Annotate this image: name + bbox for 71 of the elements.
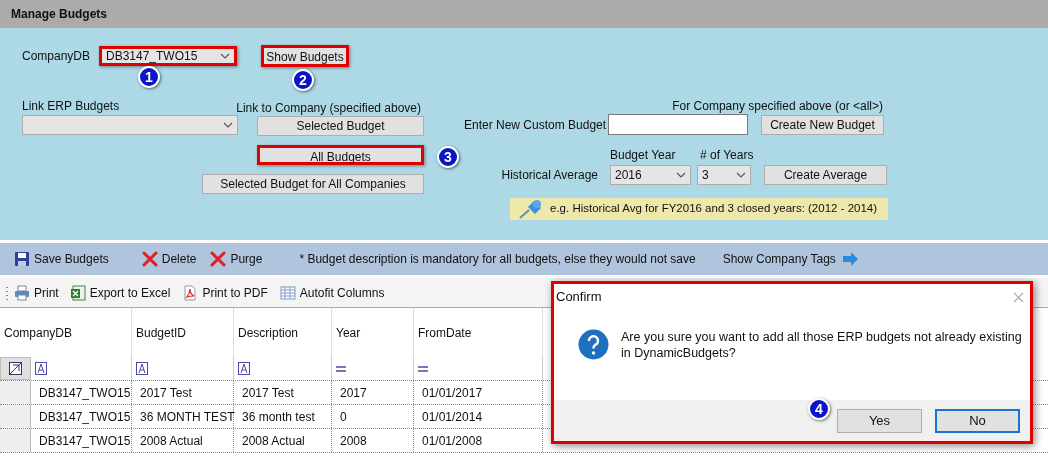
table-cell: 2008 Actual [132, 429, 234, 452]
dialog-title: Confirm [556, 288, 602, 307]
table-cell: 01/01/2008 [414, 429, 543, 452]
column-header[interactable]: Year [332, 308, 414, 357]
table-cell: 0 [332, 405, 414, 428]
chevron-down-icon [676, 172, 686, 178]
hint-text: e.g. Historical Avg for FY2016 and 3 closed years: (2012 - 2014) [550, 201, 878, 217]
chevron-down-icon [220, 53, 230, 59]
cross-icon [141, 251, 158, 267]
pdf-file-icon [182, 284, 199, 301]
table-cell: 01/01/2014 [414, 405, 543, 428]
pushpin-icon [518, 199, 544, 219]
grid-icon [279, 284, 296, 301]
table-cell: 2008 [332, 429, 414, 452]
filter-clear-icon[interactable] [9, 362, 22, 375]
column-header[interactable]: FromDate [414, 308, 543, 357]
toolbar-button[interactable]: Autofit Columns [279, 283, 385, 302]
table-cell: 01/01/2017 [414, 381, 543, 404]
section-label: Link to Company (specified above) [236, 100, 421, 113]
field-label: Historical Average [500, 167, 599, 184]
button[interactable]: Selected Budget for All Companies [202, 174, 424, 194]
field-label: Budget Year [610, 147, 677, 160]
toolbar-button[interactable]: Export to Excel [69, 283, 171, 302]
button[interactable]: Create Average [764, 165, 887, 185]
table-cell: 2008 Actual [234, 429, 332, 452]
input-field[interactable] [608, 114, 748, 135]
column-header[interactable]: BudgetID [132, 308, 234, 357]
chevron-down-icon [223, 122, 233, 128]
field-label: Link ERP Budgets [22, 98, 121, 111]
window-title: Manage Budgets [0, 0, 1048, 28]
table-cell: DB3147_TWO15 [31, 405, 132, 428]
button[interactable]: Show Budgets [261, 45, 349, 67]
toolbar-button[interactable]: Delete [141, 250, 197, 268]
equals-filter-icon[interactable] [336, 365, 346, 372]
field-label: CompanyDB [22, 48, 92, 65]
table-cell: 36 month test [234, 405, 332, 428]
spreadsheet-icon [69, 284, 86, 301]
text-filter-icon[interactable] [238, 362, 250, 375]
dropdown[interactable]: 3 [697, 165, 751, 185]
dialog-button[interactable]: Yes [837, 408, 922, 433]
table-cell: 2017 Test [234, 381, 332, 404]
column-header[interactable]: Description [234, 308, 332, 357]
field-label: # of Years [700, 147, 754, 160]
toolbar-button[interactable]: Save Budgets [14, 250, 109, 268]
toolbar-button[interactable]: Purge [210, 250, 263, 268]
button[interactable]: Create New Budget [761, 114, 884, 135]
toolbar-button[interactable]: Print [14, 283, 59, 302]
dialog-button[interactable]: No [935, 408, 1020, 433]
table-cell: 2017 Test [132, 381, 234, 404]
arrow-right-icon [841, 252, 858, 266]
toolbar-button[interactable]: Print to PDF [182, 283, 268, 302]
toolbar-button[interactable]: Show Company Tags [722, 250, 858, 268]
section-label: For Company specified above (or <all>) [672, 98, 883, 111]
dropdown[interactable]: DB3147_TWO15 [99, 46, 237, 66]
button[interactable]: All Budgets [257, 145, 424, 165]
table-cell: 2017 [332, 381, 414, 404]
question-icon [578, 329, 609, 360]
dialog-message: Are you sure you want to add all those ERP budgets not already existing in DynamicBudgets? [621, 329, 1023, 361]
cross-icon [210, 251, 227, 267]
table-cell: DB3147_TWO15 [31, 429, 132, 452]
printer-icon [14, 284, 30, 301]
table-cell: 36 MONTH TEST [132, 405, 234, 428]
chevron-down-icon [736, 172, 746, 178]
text-filter-icon[interactable] [136, 362, 148, 375]
note-text: * Budget description is mandatory for all budgets, else they would not save [299, 251, 696, 268]
button[interactable]: Selected Budget [257, 116, 424, 136]
close-icon[interactable] [1013, 291, 1024, 303]
text-filter-icon[interactable] [35, 362, 47, 375]
dropdown[interactable]: 2016 [610, 165, 691, 185]
equals-filter-icon[interactable] [418, 365, 428, 372]
table-cell: DB3147_TWO15 [31, 381, 132, 404]
